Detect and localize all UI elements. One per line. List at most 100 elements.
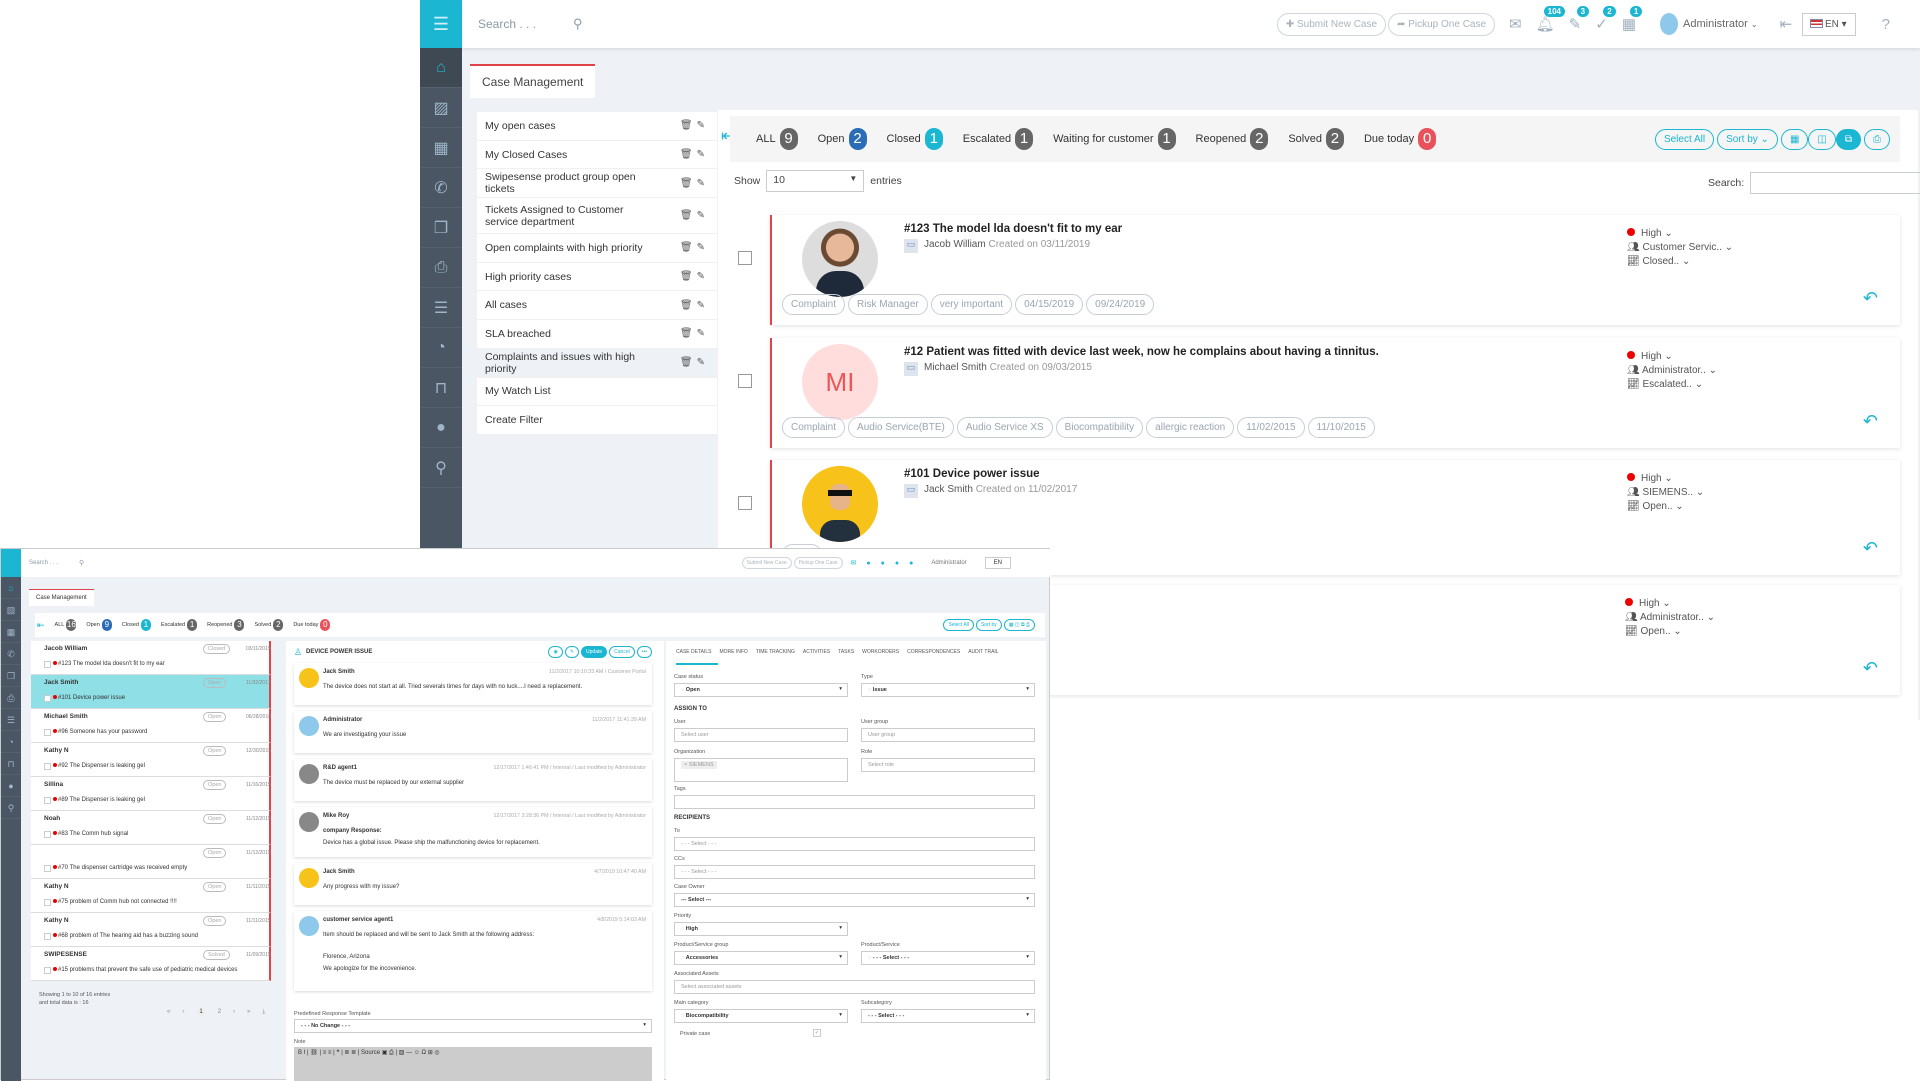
case-owner-select[interactable]: --- Select --- bbox=[674, 893, 1035, 907]
global-search-input[interactable]: Search . . . bbox=[478, 17, 573, 31]
case-group[interactable]: Customer Servic.. bbox=[1642, 242, 1721, 253]
trash-icon[interactable]: 🗑︎ bbox=[680, 300, 697, 311]
trash-icon[interactable]: 🗑︎ bbox=[680, 178, 697, 189]
status-filter-closed[interactable]: Closed 1 bbox=[122, 619, 151, 631]
case-group[interactable]: Administrator.. bbox=[1640, 612, 1704, 623]
case-card[interactable]: MI #12 Patient was fitted with device las… bbox=[770, 338, 1900, 448]
detail-tab[interactable]: MORE INFO bbox=[719, 649, 747, 655]
filter-item[interactable]: Tickets Assigned to Customer service dep… bbox=[477, 198, 717, 235]
cancel-button[interactable]: Cancel bbox=[609, 646, 635, 658]
reply-icon[interactable]: ↶ bbox=[1863, 538, 1878, 559]
role-input[interactable]: Select role bbox=[861, 758, 1035, 772]
status-filter-escalated[interactable]: Escalated 1 bbox=[963, 128, 1034, 150]
case-priority[interactable]: High bbox=[1641, 228, 1662, 239]
inset-notification-icons[interactable]: ✉●●●● bbox=[851, 559, 924, 567]
filter-item[interactable]: Open complaints with high priority 🗑︎✎ bbox=[477, 234, 717, 263]
case-tag[interactable]: 04/15/2019 bbox=[1015, 294, 1084, 315]
filter-item[interactable]: My Watch List bbox=[477, 378, 717, 407]
case-list-item[interactable]: Jack Smith Open 11/02/2017 #101 Device powe… bbox=[31, 675, 271, 709]
organization-input[interactable]: × SIEMENS bbox=[674, 758, 848, 782]
trash-icon[interactable]: 🗑︎ bbox=[680, 328, 697, 339]
user-input[interactable]: Select user bbox=[674, 728, 848, 742]
inset-submit-case-button[interactable]: Submit New Case bbox=[741, 557, 792, 569]
case-tag[interactable]: Biocompatibility bbox=[1055, 417, 1144, 438]
status-filter-closed[interactable]: Closed 1 bbox=[887, 128, 943, 150]
tags-input[interactable] bbox=[674, 795, 1035, 809]
status-filter-due-today[interactable]: Due today 0 bbox=[293, 619, 331, 631]
case-status[interactable]: Escalated.. bbox=[1642, 379, 1691, 390]
mail-icon[interactable]: ✉ bbox=[1509, 15, 1522, 33]
status-filter-waiting-for-customer[interactable]: Waiting for customer 1 bbox=[1053, 128, 1176, 150]
edit-icon[interactable]: ✎ bbox=[697, 120, 709, 131]
case-list-item[interactable]: Open 11/12/2015 #70 The dispenser cartridg… bbox=[31, 845, 271, 879]
search-icon[interactable]: ⚲ bbox=[573, 16, 583, 32]
case-list-item[interactable]: Sillina Open 11/16/2015 #89 The Dispenser i… bbox=[31, 777, 271, 811]
reply-icon[interactable]: ↶ bbox=[1863, 658, 1878, 679]
assets-input[interactable]: Select associated assets bbox=[674, 980, 1035, 994]
note-editor-toolbar[interactable]: B I | ⛓ | ≡ ≡ | ❝ | ≣ ≣ | Source ▣ ⎙ | ▨… bbox=[294, 1047, 652, 1081]
case-status[interactable]: Closed.. bbox=[1642, 256, 1679, 267]
edit-icon[interactable]: ✎ bbox=[697, 328, 709, 339]
download-icon[interactable]: ⤓ bbox=[262, 1009, 265, 1016]
sort-by-button[interactable]: Sort by ⌄ bbox=[1717, 128, 1778, 150]
case-priority[interactable]: High bbox=[1639, 598, 1660, 609]
detail-tab[interactable]: CASE DETAILS bbox=[676, 649, 711, 655]
user-menu[interactable]: Administrator ⌄ bbox=[1660, 13, 1758, 35]
case-priority[interactable]: High bbox=[1641, 351, 1662, 362]
tab-case-management[interactable]: Case Management bbox=[470, 64, 596, 98]
entries-select[interactable]: 10 ▼ bbox=[766, 170, 865, 192]
list-item-checkbox[interactable] bbox=[44, 933, 51, 940]
filter-item[interactable]: All cases 🗑︎✎ bbox=[477, 291, 717, 321]
inset-calendar-icon[interactable]: ▦ bbox=[1, 621, 21, 643]
page-button[interactable]: ‹ bbox=[182, 1009, 184, 1016]
wrench-icon[interactable]: ✎ 3 bbox=[1569, 6, 1590, 33]
more-button[interactable]: ••• bbox=[636, 646, 652, 658]
filter-item[interactable]: Swipesense product group open tickets 🗑︎✎ bbox=[477, 169, 717, 199]
select-all-button[interactable]: Select All bbox=[1654, 128, 1715, 150]
page-button[interactable]: « bbox=[167, 1009, 170, 1016]
case-title[interactable]: #123 The model lda doesn't fit to my ear bbox=[904, 223, 1122, 235]
organization-chip[interactable]: × SIEMENS bbox=[681, 761, 717, 769]
edit-icon[interactable]: ✎ bbox=[697, 300, 709, 311]
inset-language-select[interactable]: EN bbox=[984, 557, 1011, 569]
inset-pickup-case-button[interactable]: Pickup One Case bbox=[793, 557, 843, 569]
case-list-item[interactable]: Kathy N Open 11/11/2015 #75 problem of Comm… bbox=[31, 879, 271, 913]
user-icon[interactable]: ● bbox=[420, 408, 462, 448]
inset-user-menu[interactable]: Administrator bbox=[931, 560, 966, 566]
case-title[interactable]: #12 Patient was fitted with device last … bbox=[904, 346, 1379, 358]
case-list-item[interactable]: Kathy N Open 12/30/2015 #92 The Dispenser i… bbox=[31, 743, 271, 777]
list-item-checkbox[interactable] bbox=[44, 661, 51, 668]
calendar-icon[interactable]: ▦ bbox=[420, 128, 462, 168]
to-input[interactable]: - - - Select - - - bbox=[674, 837, 1035, 851]
case-title[interactable]: #101 Device power issue bbox=[904, 468, 1040, 480]
language-select[interactable]: EN ▾ bbox=[1802, 12, 1856, 36]
case-list-item[interactable]: Michael Smith Open 06/28/2016 #96 Someone h… bbox=[31, 709, 271, 743]
case-priority[interactable]: High bbox=[1641, 473, 1662, 484]
inset-search-icon[interactable]: ⚲ bbox=[1, 797, 21, 819]
template-select[interactable]: - - - No Change - - - bbox=[294, 1019, 652, 1033]
product-select[interactable]: ◌ - - - Select - - - bbox=[861, 951, 1035, 965]
detail-tab[interactable]: CORRESPONDENCES bbox=[907, 649, 960, 655]
trash-icon[interactable]: 🗑︎ bbox=[680, 271, 697, 282]
status-filter-all[interactable]: ALL 9 bbox=[756, 128, 798, 150]
case-group[interactable]: Administrator.. bbox=[1642, 365, 1706, 376]
case-tag[interactable]: 09/24/2019 bbox=[1086, 294, 1155, 315]
menu-toggle-icon[interactable]: ☰ bbox=[420, 0, 462, 48]
reply-icon[interactable]: ↶ bbox=[1863, 288, 1878, 309]
list-item-checkbox[interactable] bbox=[44, 729, 51, 736]
edit-icon[interactable]: ✎ bbox=[697, 210, 709, 221]
filter-item[interactable]: Create Filter bbox=[477, 406, 717, 435]
subcategory-select[interactable]: - - - Select - - - bbox=[861, 1009, 1035, 1023]
bell-icon[interactable]: 🔔︎ 104 bbox=[1536, 6, 1565, 33]
reply-icon[interactable]: ↶ bbox=[1863, 411, 1878, 432]
product-group-select[interactable]: ◌ Accessories bbox=[674, 951, 848, 965]
case-checkbox[interactable] bbox=[738, 251, 752, 265]
inset-rss-icon[interactable]: ◔ bbox=[1, 731, 21, 753]
inset-phone-icon[interactable]: ✆ bbox=[1, 643, 21, 665]
submit-new-case-button[interactable]: ✚ Submit New Case bbox=[1276, 12, 1387, 36]
case-tag[interactable]: very important bbox=[930, 294, 1013, 315]
inset-sort-by-button[interactable]: Sort by bbox=[975, 619, 1002, 631]
column-view-button[interactable]: ◫ bbox=[1808, 128, 1836, 150]
status-filter-escalated[interactable]: Escalated 1 bbox=[161, 619, 198, 631]
page-button[interactable]: › bbox=[233, 1009, 235, 1016]
